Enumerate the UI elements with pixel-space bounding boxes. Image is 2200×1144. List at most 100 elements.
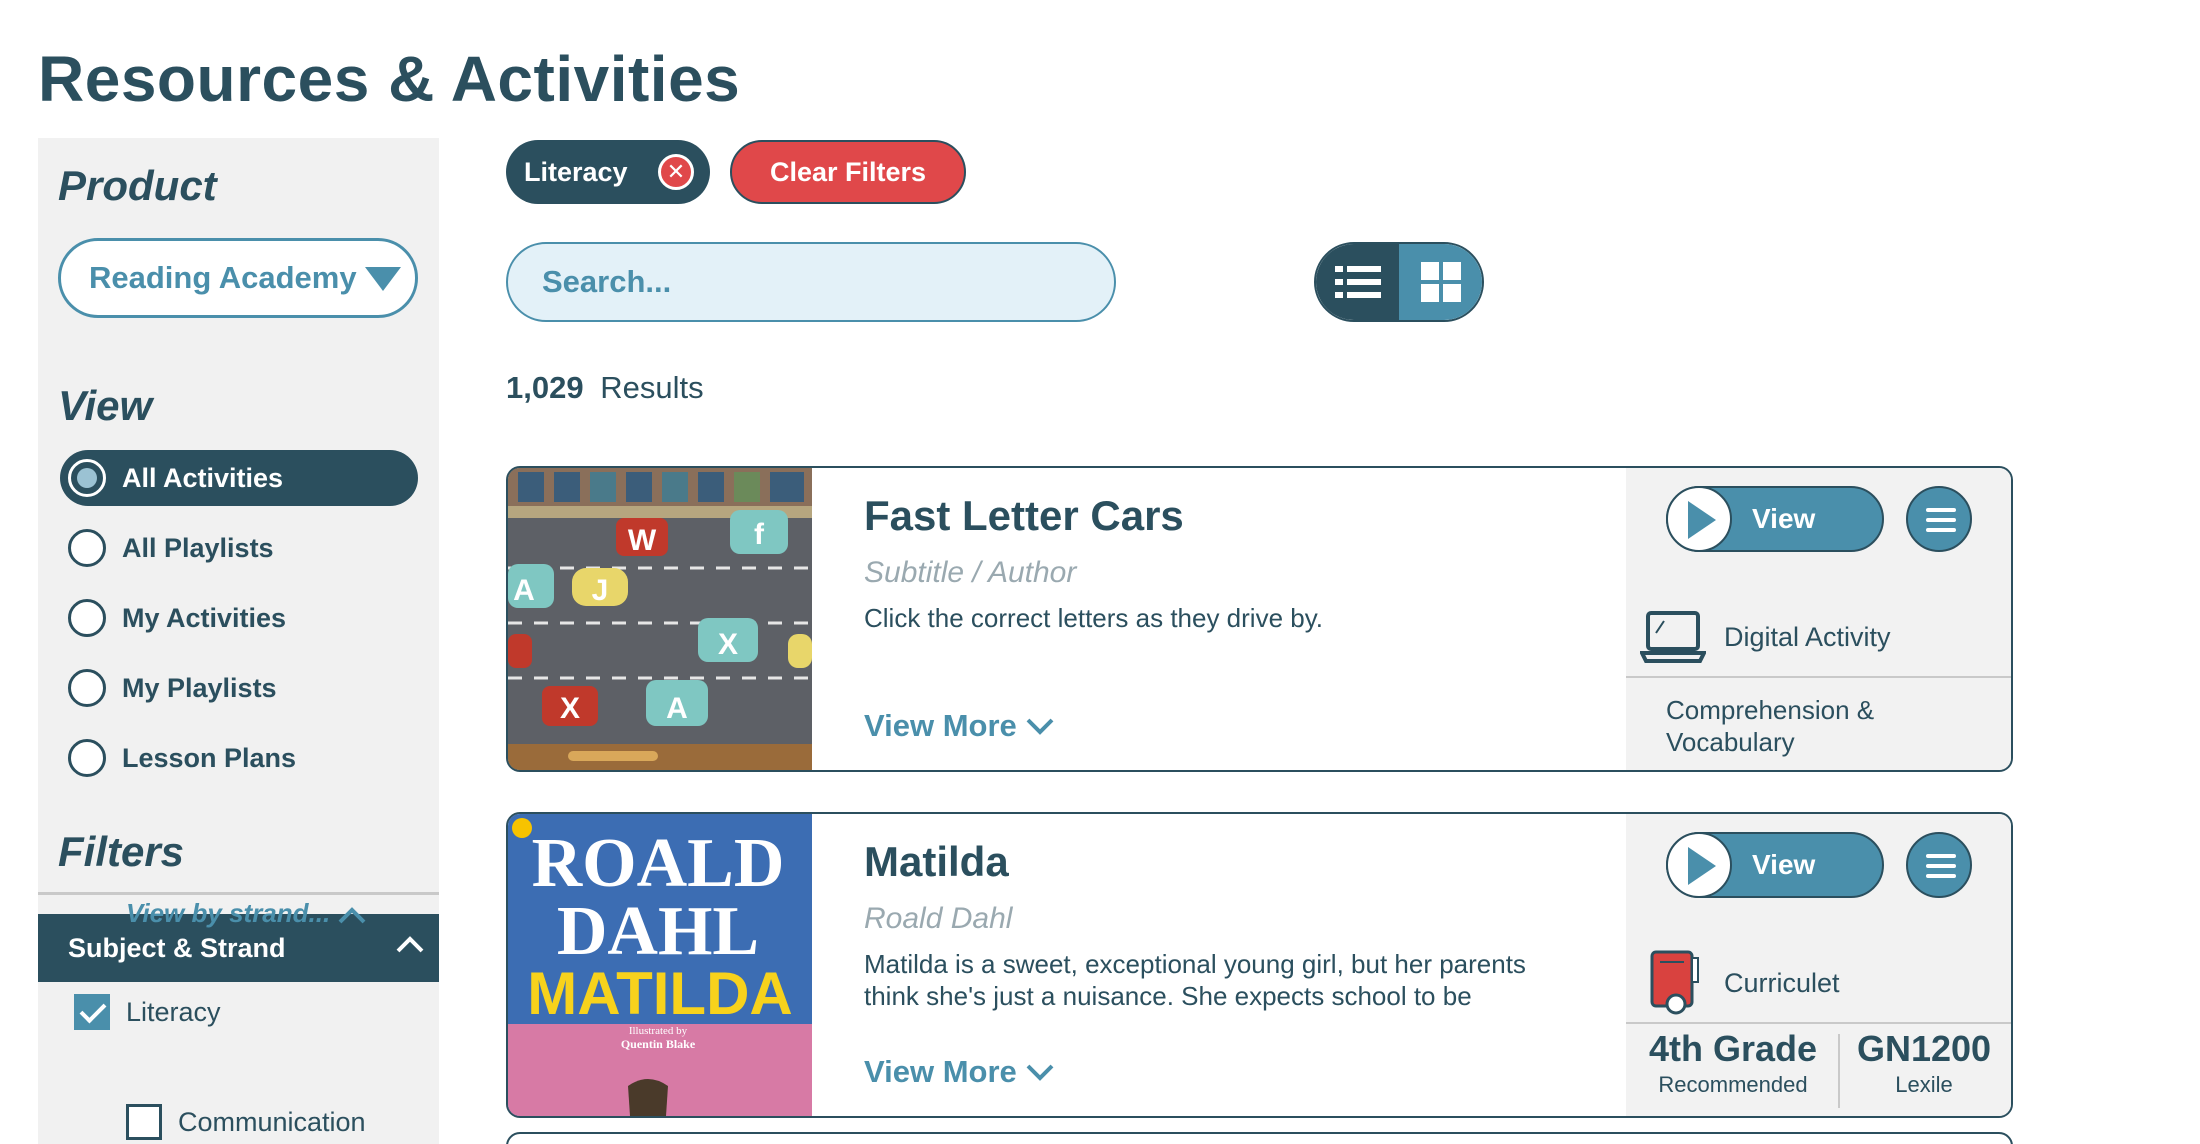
cover-illustrated: Illustrated by <box>629 1025 688 1037</box>
grid-view-button[interactable] <box>1399 244 1482 320</box>
subject-strand-label: Subject & Strand <box>68 932 286 963</box>
chevron-down-icon <box>1026 718 1054 735</box>
grade-label: Recommended <box>1658 1072 1808 1097</box>
card-title[interactable]: Fast Letter Cars <box>864 492 1184 540</box>
page-title: Resources & Activities <box>38 43 741 115</box>
active-filter-label: Literacy <box>524 156 628 187</box>
filter-literacy[interactable]: Literacy <box>74 994 221 1030</box>
card-subtitle: Roald Dahl <box>864 902 1013 935</box>
resource-card: W f A J X X A Fast Letter Cars Subtitle … <box>506 466 2013 772</box>
view-button-label: View <box>1752 503 1816 534</box>
view-by-strand-link[interactable]: View by strand... <box>126 898 367 929</box>
view-option-my-playlists[interactable]: My Playlists <box>60 660 418 716</box>
filter-communication[interactable]: Communication <box>126 1104 366 1140</box>
view-button-label: View <box>1752 849 1816 880</box>
laptop-icon <box>1640 611 1706 663</box>
menu-button[interactable] <box>1906 486 1972 552</box>
book-icon <box>1650 950 1699 1015</box>
view-option-lesson-plans[interactable]: Lesson Plans <box>60 730 418 786</box>
radio-icon <box>68 529 106 567</box>
caret-down-icon <box>365 267 401 291</box>
game-letter: J <box>592 574 609 607</box>
filter-communication-label: Communication <box>178 1106 366 1137</box>
cover-illustrator: Quentin Blake <box>621 1037 696 1051</box>
view-option-label: All Playlists <box>122 532 274 563</box>
remove-filter-icon[interactable]: ✕ <box>658 154 694 190</box>
filter-literacy-label: Literacy <box>126 996 221 1027</box>
game-letter: A <box>666 692 688 725</box>
lexile-info: GN1200 Lexile <box>1848 1028 2000 1098</box>
chevron-down-icon <box>1026 1064 1054 1081</box>
game-letter: X <box>718 628 738 661</box>
view-option-label: My Playlists <box>122 672 277 703</box>
resource-type-label: Digital Activity <box>1724 621 1891 652</box>
list-icon <box>1334 266 1381 298</box>
filter-sidebar: Product Reading Academy View All Activit… <box>38 138 439 1144</box>
search-input[interactable] <box>506 242 1116 322</box>
book-cover-image: ROALD DAHL MATILDA Illustrated by Quenti… <box>508 814 812 1116</box>
view-more-link[interactable]: View More <box>864 708 1055 744</box>
matilda-thumbnail[interactable]: ROALD DAHL MATILDA Illustrated by Quenti… <box>508 814 812 1116</box>
results-number: 1,029 <box>506 370 584 405</box>
chevron-up-icon <box>396 936 424 953</box>
view-heading: View <box>58 382 153 429</box>
grade-info: 4th Grade Recommended <box>1640 1028 1826 1098</box>
resource-type: Curriculet <box>1640 950 1840 1016</box>
results-count: 1,029 Results <box>506 370 704 406</box>
view-button[interactable]: View <box>1666 832 1884 898</box>
game-letter: X <box>560 692 580 725</box>
view-mode-toggle <box>1314 242 1484 322</box>
product-heading: Product <box>58 162 217 209</box>
play-icon <box>1666 832 1732 898</box>
card-strand: Comprehension & Vocabulary <box>1666 695 1875 757</box>
card-subtitle: Subtitle / Author <box>864 556 1077 589</box>
resource-type: Digital Activity <box>1640 604 1891 670</box>
game-letter: f <box>754 518 765 551</box>
view-option-all-playlists[interactable]: All Playlists <box>60 520 418 576</box>
game-scene-image: W f A J X X A <box>508 468 812 770</box>
view-more-label: View More <box>864 708 1017 743</box>
card-title[interactable]: Matilda <box>864 838 1009 886</box>
lexile-value: GN1200 <box>1856 1028 1992 1069</box>
divider <box>1626 1022 2011 1024</box>
radio-icon <box>68 739 106 777</box>
game-letter: A <box>513 574 535 607</box>
view-by-strand-label: View by strand... <box>126 898 331 928</box>
results-label: Results <box>600 370 704 405</box>
card-description: Matilda is a sweet, exceptional young gi… <box>864 949 1526 1011</box>
view-option-label: Lesson Plans <box>122 742 297 773</box>
card-description: Click the correct letters as they drive … <box>864 603 1324 633</box>
view-more-link[interactable]: View More <box>864 1054 1055 1090</box>
view-option-all-activities[interactable]: All Activities <box>60 450 418 506</box>
view-option-label: My Activities <box>122 602 287 633</box>
divider <box>1626 676 2011 678</box>
filters-heading: Filters <box>58 828 185 875</box>
clear-filters-button[interactable]: Clear Filters <box>730 140 966 204</box>
game-letter: W <box>628 524 657 557</box>
grade-value: 4th Grade <box>1648 1028 1818 1069</box>
view-button[interactable]: View <box>1666 486 1884 552</box>
radio-selected-icon <box>68 459 106 497</box>
resource-card: ROALD DAHL MATILDA Illustrated by Quenti… <box>506 812 2013 1118</box>
cover-author-line2: DAHL <box>557 893 759 970</box>
list-view-button[interactable] <box>1316 244 1399 320</box>
checkbox-icon[interactable] <box>126 1104 162 1140</box>
lexile-label: Lexile <box>1895 1072 1953 1097</box>
card-meta-panel: View Curriculet 4th Grade Recommended GN… <box>1626 814 2011 1116</box>
grid-icon <box>1420 262 1461 302</box>
product-dropdown[interactable]: Reading Academy <box>58 238 418 318</box>
cover-author-line1: ROALD <box>532 825 785 902</box>
view-option-my-activities[interactable]: My Activities <box>60 590 418 646</box>
radio-icon <box>68 669 106 707</box>
menu-button[interactable] <box>1906 832 1972 898</box>
chevron-up-icon <box>339 907 366 924</box>
active-filter-chip[interactable]: Literacy ✕ <box>506 140 710 204</box>
view-option-label: All Activities <box>122 462 284 493</box>
card-meta-panel: View Digital Activity Comprehension & Vo… <box>1626 468 2011 770</box>
fast-letter-cars-thumbnail[interactable]: W f A J X X A <box>508 468 812 770</box>
play-icon <box>1666 486 1732 552</box>
divider <box>1838 1034 1840 1108</box>
radio-icon <box>68 599 106 637</box>
checkbox-checked-icon[interactable] <box>74 994 110 1030</box>
resource-type-label: Curriculet <box>1724 967 1840 998</box>
